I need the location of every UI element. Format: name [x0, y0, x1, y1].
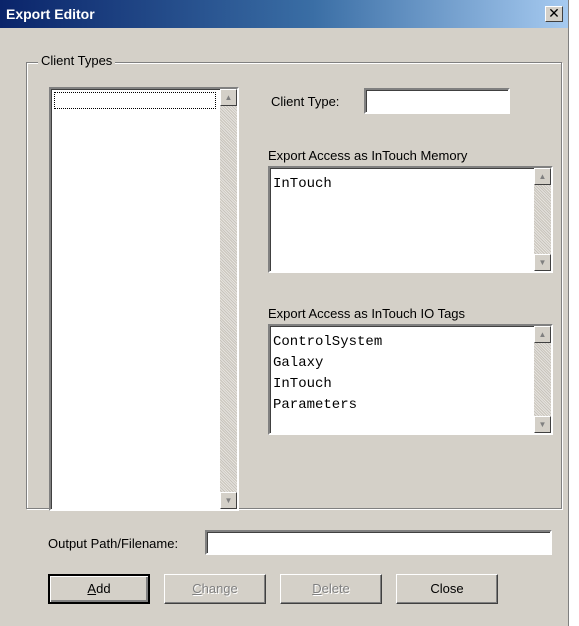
add-label-rest: dd [96, 581, 111, 596]
close-icon[interactable]: ✕ [545, 6, 563, 22]
list-item[interactable]: ControlSystem [273, 332, 382, 353]
scroll-down-arrow-icon[interactable]: ▼ [534, 416, 551, 433]
scroll-down-arrow-icon[interactable]: ▼ [534, 254, 551, 271]
list-item[interactable]: InTouch [273, 374, 382, 395]
change-button[interactable]: Change [164, 574, 266, 604]
io-tags-listbox[interactable]: ControlSystem Galaxy InTouch Parameters ▲ ▼ [268, 324, 553, 435]
client-type-input[interactable] [364, 88, 510, 114]
scroll-up-arrow-icon[interactable]: ▲ [534, 326, 551, 343]
client-type-label: Client Type: [271, 94, 340, 109]
output-path-input[interactable] [205, 530, 552, 555]
io-tags-scrollbar[interactable]: ▲ ▼ [534, 326, 551, 433]
window-title: Export Editor [6, 6, 95, 22]
list-item[interactable]: Galaxy [273, 353, 382, 374]
client-types-group-label: Client Types [38, 53, 116, 68]
scroll-up-arrow-icon[interactable]: ▲ [220, 89, 237, 106]
change-label-rest: hange [201, 581, 238, 596]
delete-mnemonic: D [312, 581, 322, 596]
add-button[interactable]: Add [48, 574, 150, 604]
delete-button[interactable]: Delete [280, 574, 382, 604]
output-path-label: Output Path/Filename: [48, 536, 179, 551]
memory-items: InTouch [273, 174, 332, 195]
memory-listbox[interactable]: InTouch ▲ ▼ [268, 166, 553, 273]
client-types-scrollbar[interactable]: ▲ ▼ [220, 89, 237, 509]
scroll-up-arrow-icon[interactable]: ▲ [534, 168, 551, 185]
export-editor-dialog: Export Editor ✕ Client Types ▲ ▼ Client … [0, 0, 569, 626]
change-mnemonic: C [192, 581, 202, 596]
list-item[interactable]: Parameters [273, 395, 382, 416]
close-button[interactable]: Close [396, 574, 498, 604]
add-mnemonic: A [87, 581, 97, 596]
list-item[interactable]: InTouch [273, 174, 332, 195]
memory-scrollbar[interactable]: ▲ ▼ [534, 168, 551, 271]
title-bar[interactable]: Export Editor ✕ [0, 0, 568, 28]
focus-rectangle [54, 92, 216, 109]
io-tags-label: Export Access as InTouch IO Tags [268, 306, 466, 321]
scroll-down-arrow-icon[interactable]: ▼ [220, 492, 237, 509]
client-types-listbox[interactable]: ▲ ▼ [49, 87, 239, 511]
io-tags-items: ControlSystem Galaxy InTouch Parameters [273, 332, 382, 416]
memory-label: Export Access as InTouch Memory [268, 148, 468, 163]
delete-label-rest: elete [321, 581, 350, 596]
